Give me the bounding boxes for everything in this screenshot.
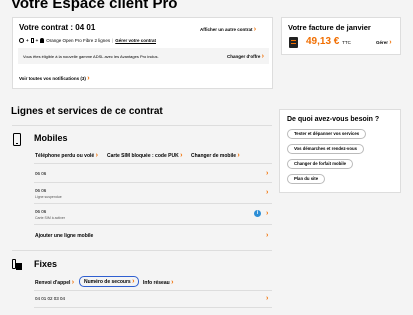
chevron-right-icon: › — [95, 152, 98, 159]
manage-contract-link[interactable]: Gérer votre contrat — [115, 38, 156, 43]
call-forwarding-link[interactable]: Renvoi d'appel › — [35, 279, 74, 286]
line-number: 06 06 — [35, 209, 47, 214]
manage-invoice-link[interactable]: Gérer › — [376, 39, 392, 46]
user-icon — [40, 37, 45, 43]
change-mobile-link[interactable]: Changer de mobile › — [191, 152, 240, 159]
invoice-card: Votre facture de janvier 49,13 € TTC Gér… — [281, 17, 401, 55]
sitemap-button[interactable]: Plan du site — [287, 174, 326, 184]
mobile-line-row[interactable]: 06 06 Carte SIM à activer i › — [34, 204, 272, 224]
promo-banner: Vous êtes éligible à la nouvelle gamme A… — [18, 48, 269, 64]
mobile-line-row[interactable]: 06 06 Ligne suspendue › — [34, 183, 272, 203]
chevron-right-icon: › — [87, 75, 90, 82]
add-mobile-line-row[interactable]: Ajouter une ligne mobile › — [34, 225, 272, 245]
chevron-right-icon: › — [266, 189, 269, 196]
chevron-right-icon: › — [266, 210, 269, 217]
chevron-right-icon: › — [253, 26, 257, 33]
lost-phone-link[interactable]: Téléphone perdu ou volé › — [35, 152, 98, 159]
change-plan-button[interactable]: Changer de forfait mobile — [287, 159, 354, 169]
change-offer-link[interactable]: Changer d'offre › — [227, 53, 264, 60]
add-mobile-line-label: Ajouter une ligne mobile — [35, 233, 94, 239]
emergency-number-link[interactable]: Numéro de secours › — [79, 276, 140, 287]
divider — [12, 250, 272, 251]
invoice-document-icon — [289, 37, 298, 48]
chevron-right-icon: › — [132, 278, 135, 285]
chevron-right-icon: › — [266, 295, 269, 302]
chevron-right-icon: › — [261, 53, 264, 60]
network-info-link[interactable]: Info réseau › — [143, 279, 173, 286]
chevron-right-icon: › — [180, 152, 183, 159]
info-icon[interactable]: i — [254, 210, 261, 217]
line-number: 06 06 — [35, 188, 47, 193]
contract-card: Votre contrat : 04 01 Afficher un autre … — [12, 17, 273, 89]
mobile-line-row[interactable]: 06 06 › — [34, 164, 272, 182]
switch-contract-link[interactable]: Afficher un autre contrat › — [200, 26, 256, 33]
lines-section-title: Lignes et services de ce contrat — [11, 106, 163, 117]
chevron-right-icon: › — [266, 170, 269, 177]
invoice-title: Votre facture de janvier — [288, 23, 371, 32]
chevron-right-icon: › — [71, 279, 75, 286]
troubleshoot-button[interactable]: Tester et dépanner vos services — [287, 129, 367, 139]
globe-icon — [19, 37, 24, 43]
line-status: Ligne suspendue — [35, 195, 62, 199]
help-title: De quoi avez-vous besoin ? — [287, 116, 380, 123]
invoice-amount: 49,13 € TTC — [306, 36, 351, 47]
divider — [12, 125, 272, 126]
appointments-button[interactable]: Vos démarches et rendez-vous — [287, 144, 364, 154]
sim-blocked-link[interactable]: Carte SIM bloquée : code PUK › — [107, 152, 182, 159]
plus-icon: + — [35, 37, 39, 43]
page-title: Votre Espace client Pro — [11, 0, 178, 12]
help-card: De quoi avez-vous besoin ? Tester et dép… — [279, 109, 401, 193]
divider — [34, 307, 272, 308]
fixed-line-row[interactable]: 04 01 02 03 04 › — [34, 291, 272, 307]
fixes-title: Fixes — [34, 259, 58, 269]
chevron-right-icon: › — [389, 39, 392, 46]
line-number: 06 06 — [35, 171, 47, 176]
plus-icon: + — [26, 37, 29, 43]
notifications-link[interactable]: Voir toutes vos notifications (3) › — [19, 75, 90, 82]
chevron-right-icon: › — [237, 152, 240, 159]
offer-row: + + Orange Open Pro Fibre 2 lignes | Gér… — [19, 36, 156, 44]
promo-text: Vous êtes éligible à la nouvelle gamme A… — [23, 54, 159, 59]
chevron-right-icon: › — [266, 232, 269, 239]
line-status: Carte SIM à activer — [35, 216, 65, 220]
contract-title: Votre contrat : 04 01 — [19, 23, 96, 32]
line-number: 04 01 02 03 04 — [35, 296, 66, 301]
landline-phone-icon — [11, 259, 23, 271]
mobile-icon — [30, 37, 34, 43]
mobile-phone-icon — [13, 133, 21, 146]
mobiles-title: Mobiles — [34, 133, 68, 143]
chevron-right-icon: › — [171, 279, 174, 286]
